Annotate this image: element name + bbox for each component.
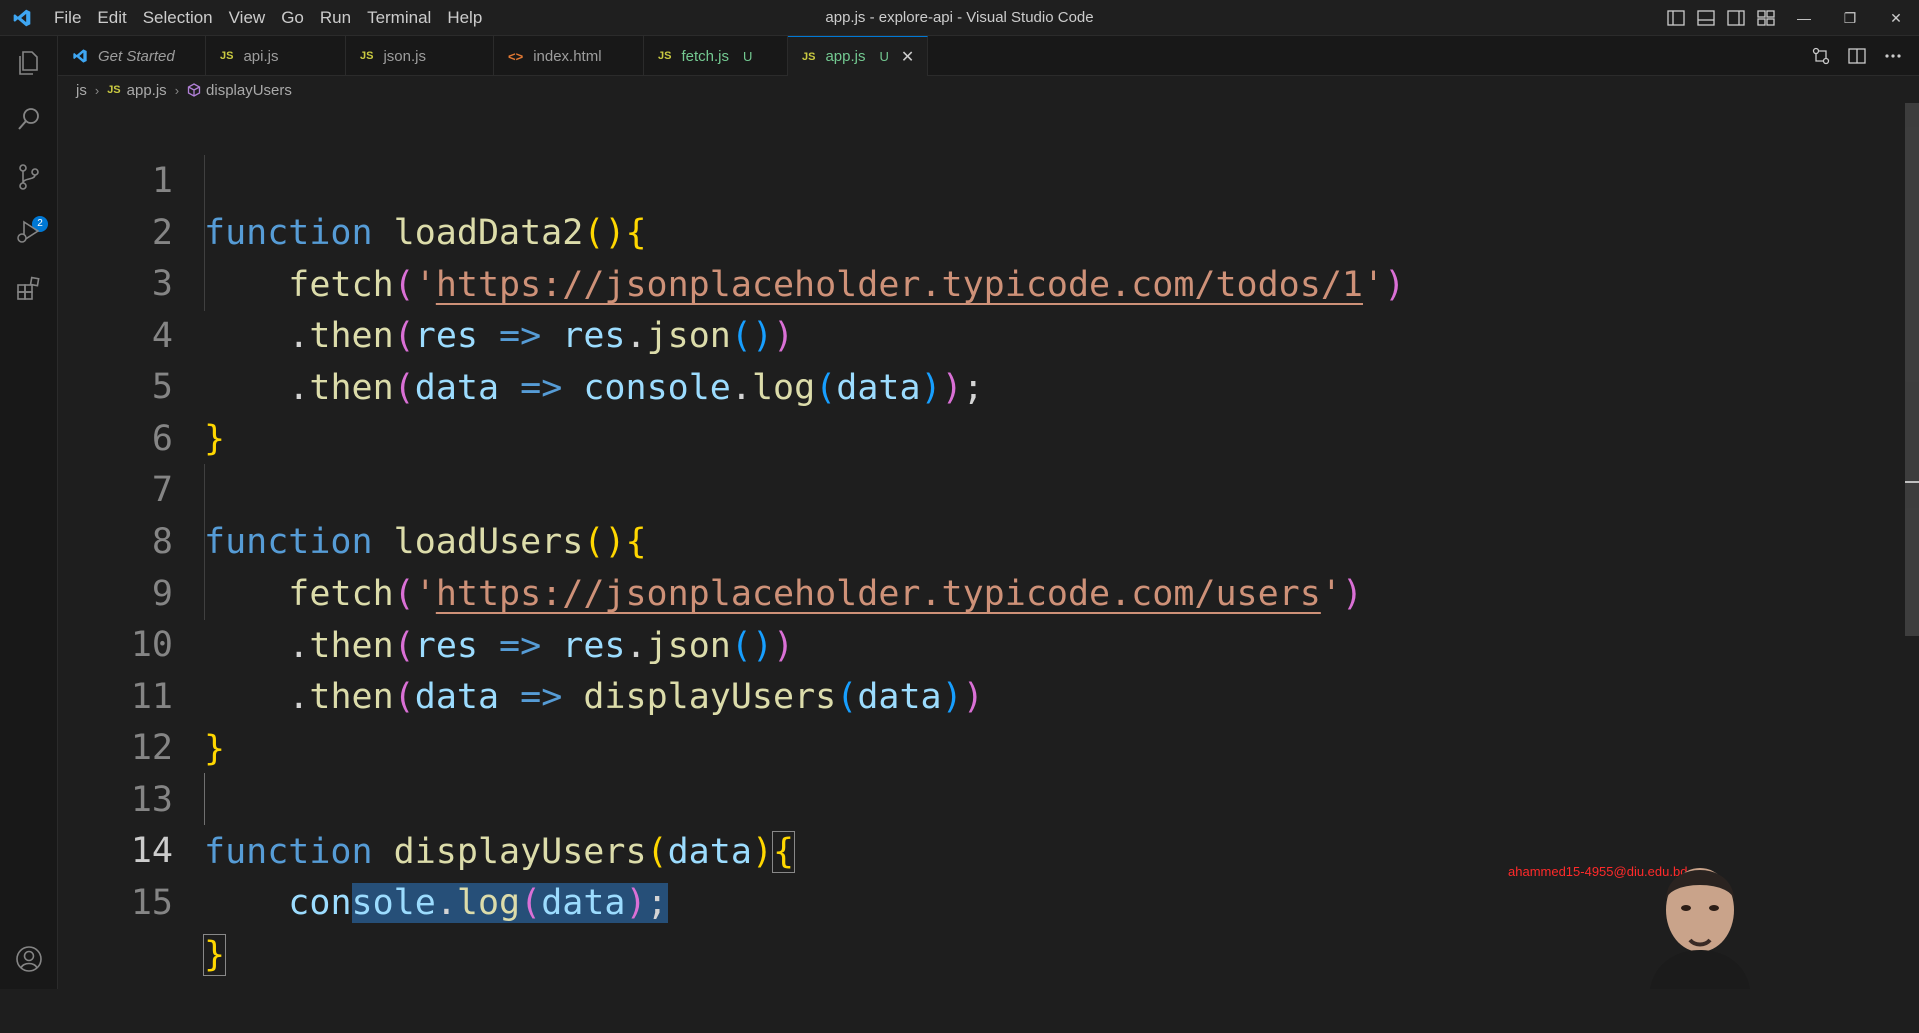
close-window-button[interactable]: ✕ xyxy=(1873,0,1919,36)
breadcrumb-file[interactable]: app.js xyxy=(127,82,167,99)
code-line: 4 .then(data => console.log(data)); xyxy=(58,258,984,408)
js-file-icon: JS xyxy=(107,84,121,96)
title-controls: — ❐ ✕ xyxy=(1661,0,1919,36)
tab-get-started[interactable]: Get Started xyxy=(58,36,206,76)
account-icon[interactable] xyxy=(14,944,44,974)
code-line: 5 } xyxy=(58,309,225,459)
js-file-icon: JS xyxy=(658,50,672,62)
js-file-icon: JS xyxy=(802,50,816,63)
code-line: 9 .then(res => res.json()) xyxy=(58,516,794,666)
indent-guide xyxy=(204,773,205,825)
code-editor[interactable]: 1 function loadData2(){ 2 fetch('https:/… xyxy=(58,103,1898,989)
tab-label: fetch.js xyxy=(681,47,729,65)
extensions-icon[interactable] xyxy=(14,274,44,304)
tab-app-js[interactable]: JS app.js U ✕ xyxy=(788,36,928,76)
line-10-code: .then(data => displayUsers(data)) xyxy=(288,677,984,717)
line-7-code: function loadUsers(){ xyxy=(204,522,647,562)
code-line-current: 14 console.log(data); xyxy=(58,773,668,923)
code-line: 3 .then(res => res.json()) xyxy=(58,206,794,356)
untracked-status: U xyxy=(879,49,889,64)
line-15-code: } xyxy=(202,934,227,976)
code-line: 12 xyxy=(58,670,173,768)
code-line: 8 fetch('https://jsonplaceholder.typicod… xyxy=(58,464,1363,614)
toggle-primary-sidebar-icon[interactable] xyxy=(1667,10,1685,26)
tab-label: app.js xyxy=(825,48,866,65)
editor-tab-bar: Get Started JS api.js JS json.js <> inde… xyxy=(58,36,1919,76)
js-file-icon: JS xyxy=(360,50,374,62)
tab-label: json.js xyxy=(383,47,426,65)
line-3-code: .then(res => res.json()) xyxy=(288,316,795,356)
code-line: 1 function loadData2(){ xyxy=(58,103,647,253)
scrollbar-cursor-marker xyxy=(1905,481,1919,483)
toggle-panel-icon[interactable] xyxy=(1697,10,1715,26)
title-bar: File Edit Selection View Go Run Terminal… xyxy=(0,0,1919,36)
code-line: 11 } xyxy=(58,619,225,769)
open-changes-icon[interactable] xyxy=(1811,46,1831,66)
method-symbol-icon xyxy=(187,83,201,97)
more-actions-icon[interactable] xyxy=(1883,46,1903,66)
tab-json-js[interactable]: JS json.js xyxy=(346,36,494,76)
js-file-icon: JS xyxy=(220,50,234,62)
breadcrumb-folder[interactable]: js xyxy=(76,82,87,99)
line-8-code: fetch('https://jsonplaceholder.typicode.… xyxy=(288,574,1363,614)
minimize-button[interactable]: — xyxy=(1781,0,1827,36)
tab-index-html[interactable]: <> index.html xyxy=(494,36,644,76)
menu-run[interactable]: Run xyxy=(312,0,359,36)
tab-label: Get Started xyxy=(98,47,175,65)
activity-bar: 2 xyxy=(0,36,58,989)
menu-go[interactable]: Go xyxy=(273,0,312,36)
code-line: 10 .then(data => displayUsers(data)) xyxy=(58,567,984,717)
breadcrumb: js › JS app.js › displayUsers xyxy=(58,78,292,102)
text-selection: sole.log(data); xyxy=(351,883,668,923)
html-file-icon: <> xyxy=(508,48,524,64)
run-debug-icon[interactable] xyxy=(14,216,44,246)
tab-label: api.js xyxy=(243,47,279,65)
tab-api-js[interactable]: JS api.js xyxy=(206,36,346,76)
menu-file[interactable]: File xyxy=(46,0,89,36)
split-editor-icon[interactable] xyxy=(1847,46,1867,66)
close-tab-icon[interactable]: ✕ xyxy=(901,47,914,67)
vscode-icon xyxy=(73,49,87,63)
menu-selection[interactable]: Selection xyxy=(135,0,221,36)
line-5-code: } xyxy=(204,419,226,459)
line-13-code: function displayUsers(data){ xyxy=(204,831,796,873)
restore-button[interactable]: ❐ xyxy=(1827,0,1873,36)
source-control-icon[interactable] xyxy=(14,162,44,192)
code-line: 6 xyxy=(58,361,173,459)
search-icon[interactable] xyxy=(14,104,44,134)
webcam-overlay xyxy=(1650,868,1750,989)
line-2-code: fetch('https://jsonplaceholder.typicode.… xyxy=(288,265,1406,305)
line-11-code: } xyxy=(204,729,226,769)
line-number: 15 xyxy=(130,883,173,923)
line-4-code: .then(data => console.log(data)); xyxy=(288,368,984,408)
tab-label: index.html xyxy=(533,47,602,65)
code-line: 15 } xyxy=(58,825,227,976)
chevron-right-icon: › xyxy=(174,82,180,98)
menu-help[interactable]: Help xyxy=(439,0,490,36)
menu-edit[interactable]: Edit xyxy=(89,0,134,36)
breadcrumb-symbol[interactable]: displayUsers xyxy=(206,82,292,99)
code-line: 13 function displayUsers(data){ xyxy=(58,722,796,873)
editor-actions xyxy=(1803,36,1911,76)
chevron-right-icon: › xyxy=(94,82,100,98)
line-9-code: .then(res => res.json()) xyxy=(288,626,795,666)
code-line: 7 function loadUsers(){ xyxy=(58,412,647,562)
tab-fetch-js[interactable]: JS fetch.js U xyxy=(644,36,788,76)
menu-terminal[interactable]: Terminal xyxy=(359,0,439,36)
vscode-logo-icon xyxy=(13,9,31,26)
editor-scrollbar[interactable] xyxy=(1905,103,1919,989)
explorer-icon[interactable] xyxy=(14,48,44,78)
line-1-code: function loadData2(){ xyxy=(204,213,647,253)
toggle-secondary-sidebar-icon[interactable] xyxy=(1727,10,1745,26)
scrollbar-thumb[interactable] xyxy=(1905,103,1919,636)
line-14-code: console.log(data); xyxy=(288,883,668,923)
customize-layout-icon[interactable] xyxy=(1757,10,1775,26)
menu-view[interactable]: View xyxy=(221,0,274,36)
code-line: 2 fetch('https://jsonplaceholder.typicod… xyxy=(58,155,1405,305)
untracked-status: U xyxy=(743,48,753,64)
